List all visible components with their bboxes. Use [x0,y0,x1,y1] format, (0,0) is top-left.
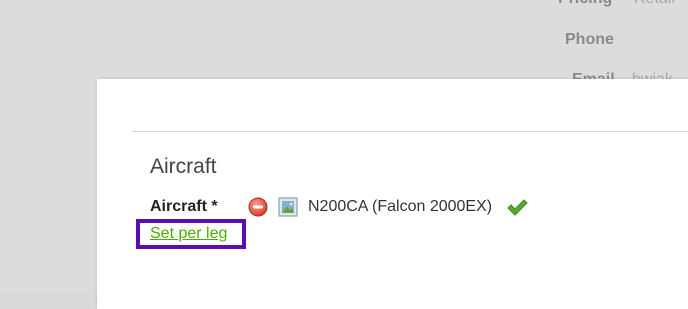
aircraft-value: N200CA (Falcon 2000EX) [308,198,493,215]
aircraft-label: Aircraft * [150,198,218,215]
section-title: Aircraft [150,155,217,178]
set-per-leg-link[interactable]: Set per leg [150,225,227,243]
check-icon [506,197,528,217]
pricing-label: Pricing [558,0,612,8]
aircraft-modal: Aircraft Aircraft * N200CA (Falcon 2000E… [97,79,688,309]
image-icon[interactable] [278,197,298,217]
remove-icon[interactable] [248,197,268,217]
modal-divider [132,131,688,132]
pricing-value: Retail [634,0,675,8]
phone-label: Phone [565,31,614,48]
aircraft-field-row: Aircraft * N200CA (Falcon 2000EX) [150,195,528,219]
